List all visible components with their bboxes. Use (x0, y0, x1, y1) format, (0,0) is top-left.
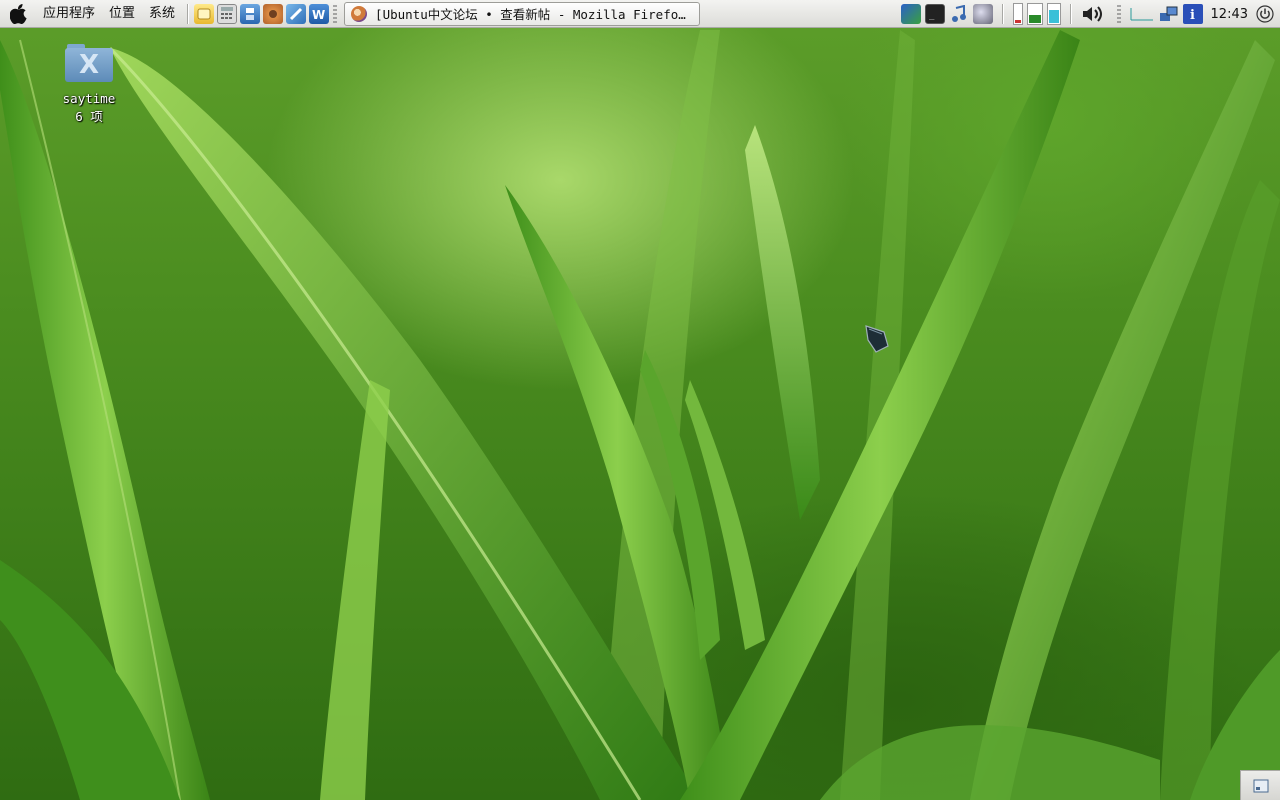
info-icon[interactable]: i (1182, 4, 1203, 24)
folder-icon: X (65, 44, 113, 84)
launcher-bar: W (194, 3, 330, 24)
menu-system[interactable]: 系统 (142, 0, 182, 28)
task-grip[interactable] (333, 4, 338, 23)
show-desktop-icon (1253, 779, 1268, 792)
task-title: [Ubuntu中文论坛 • 查看新帖 - Mozilla Firefo… (375, 7, 686, 22)
clock[interactable]: 12:43 (1207, 7, 1252, 22)
weather-icon[interactable] (972, 4, 993, 24)
terminal-icon[interactable]: _ (924, 4, 945, 24)
folder-name: saytime (62, 91, 116, 106)
power-icon[interactable] (1256, 5, 1274, 23)
main-menu: 应用程序 位置 系统 (0, 0, 182, 28)
menu-applications[interactable]: 应用程序 (36, 0, 102, 28)
gimp-icon[interactable] (263, 3, 284, 24)
svg-text:_: _ (929, 11, 935, 20)
grass-blades (0, 30, 1280, 800)
menu-places[interactable]: 位置 (102, 0, 142, 28)
apple-logo-icon[interactable] (10, 3, 30, 24)
shell-icon[interactable] (286, 3, 307, 24)
calculator-icon[interactable] (217, 3, 238, 24)
writer-icon[interactable]: W (309, 3, 330, 24)
desktop-wallpaper (0, 0, 1280, 800)
tray-grip[interactable] (1116, 5, 1121, 23)
system-monitor-icon[interactable] (1129, 4, 1155, 24)
folder-glyph: X (78, 50, 100, 80)
volume-icon[interactable] (1081, 4, 1109, 24)
notes-icon[interactable] (194, 3, 215, 24)
network-meter[interactable] (1046, 3, 1061, 25)
svg-text:W: W (312, 8, 325, 21)
tray-separator (1001, 4, 1004, 24)
network-connections-icon[interactable] (1159, 4, 1179, 24)
music-icon[interactable] (949, 4, 969, 24)
save-disk-icon[interactable] (240, 3, 261, 24)
panel-separator (187, 3, 190, 24)
tray-separator-2 (1069, 4, 1072, 24)
memory-meter[interactable] (1026, 3, 1043, 25)
top-panel: 应用程序 位置 系统 W [Ubuntu中文论坛 • 查看新帖 - Mozill… (0, 0, 1280, 28)
mouse-cursor-icon (864, 324, 890, 354)
system-tray: _ i 12:43 (900, 0, 1280, 28)
svg-text:i: i (1190, 8, 1195, 22)
desktop-folder-saytime[interactable]: X saytime 6 项 (52, 44, 126, 126)
cpu-meter[interactable] (1012, 3, 1023, 25)
folder-item-count: 6 项 (75, 109, 103, 124)
network-manager-icon[interactable] (900, 4, 921, 24)
taskbar-firefox-window[interactable]: [Ubuntu中文论坛 • 查看新帖 - Mozilla Firefo… (344, 1, 701, 26)
show-desktop-button[interactable] (1240, 770, 1280, 800)
firefox-icon (351, 5, 368, 22)
